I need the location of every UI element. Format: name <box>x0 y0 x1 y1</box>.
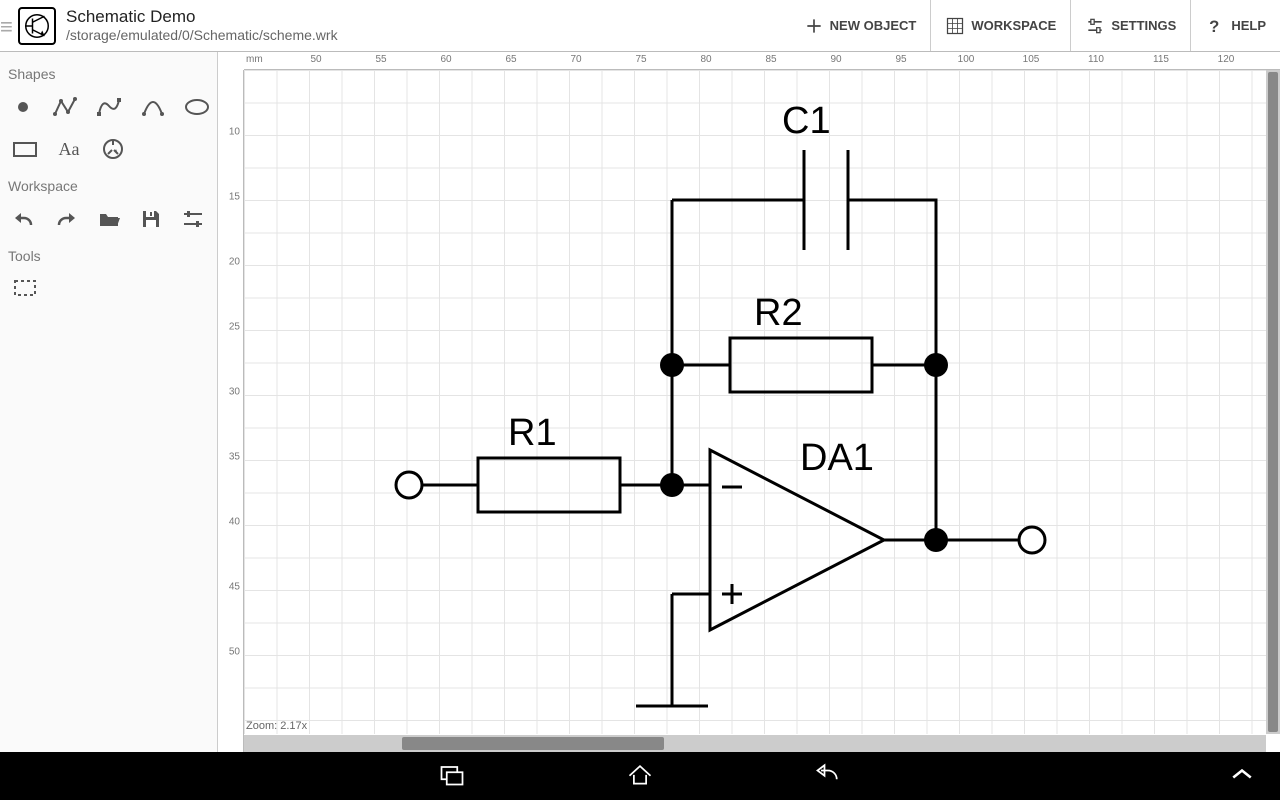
ruler-h-tick: 115 <box>1153 54 1169 65</box>
open-button[interactable] <box>96 206 120 232</box>
plus-icon <box>804 16 824 36</box>
grid-icon <box>945 16 965 36</box>
zoom-indicator: Zoom: 2.17x <box>246 720 307 732</box>
ruler-v-tick: 15 <box>229 192 240 203</box>
workspace-settings-button[interactable] <box>181 206 205 232</box>
back-button[interactable] <box>814 760 842 793</box>
android-navbar <box>0 752 1280 800</box>
capacitor-c1-label: C1 <box>782 100 831 142</box>
new-object-label: NEW OBJECT <box>830 18 917 33</box>
ruler-v-tick: 25 <box>229 322 240 333</box>
redo-button[interactable] <box>54 206 78 232</box>
horizontal-scroll-thumb[interactable] <box>402 737 664 750</box>
home-button[interactable] <box>626 760 654 793</box>
point-tool[interactable] <box>12 94 34 120</box>
drawing-canvas[interactable]: C1 R2 R1 DA1 <box>244 70 1280 734</box>
tools-section-label: Tools <box>8 248 209 264</box>
vertical-scroll-thumb[interactable] <box>1268 72 1278 732</box>
ruler-v-tick: 50 <box>229 647 240 658</box>
component-tool[interactable] <box>100 136 126 162</box>
drawer-edge-icon[interactable]: ≡ <box>0 14 13 40</box>
selection-tool[interactable] <box>12 276 38 302</box>
ruler-h-tick: 50 <box>310 54 321 65</box>
shapes-section-label: Shapes <box>8 66 209 82</box>
recent-apps-button[interactable] <box>438 760 466 793</box>
ruler-h-tick: 80 <box>700 54 711 65</box>
opamp-da1-label: DA1 <box>800 437 874 479</box>
help-label: HELP <box>1231 18 1266 33</box>
app-title: Schematic Demo <box>66 7 338 27</box>
ruler-v-tick: 10 <box>229 127 240 138</box>
resistor-r2-label: R2 <box>754 292 803 334</box>
vertical-ruler: 10 15 20 25 30 35 40 45 50 <box>218 70 244 752</box>
polyline-tool[interactable] <box>52 94 78 120</box>
ruler-h-tick: 120 <box>1218 54 1235 65</box>
ruler-h-tick: 105 <box>1023 54 1040 65</box>
ruler-v-tick: 35 <box>229 452 240 463</box>
ruler-unit-label: mm <box>246 54 263 65</box>
ruler-h-tick: 65 <box>505 54 516 65</box>
workspace-button[interactable]: WORKSPACE <box>930 0 1070 51</box>
ruler-h-tick: 100 <box>958 54 975 65</box>
help-button[interactable]: ? HELP <box>1190 0 1280 51</box>
new-object-button[interactable]: NEW OBJECT <box>790 0 931 51</box>
help-icon: ? <box>1205 16 1225 36</box>
ruler-h-tick: 85 <box>765 54 776 65</box>
ruler-v-tick: 20 <box>229 257 240 268</box>
ruler-h-tick: 110 <box>1088 54 1104 65</box>
save-button[interactable] <box>139 206 163 232</box>
horizontal-ruler: mm 50 55 60 65 70 75 80 85 90 95 100 105 110 115 120 <box>244 52 1280 70</box>
settings-label: SETTINGS <box>1111 18 1176 33</box>
bezier-tool[interactable] <box>96 94 122 120</box>
ruler-h-tick: 55 <box>375 54 386 65</box>
file-path: /storage/emulated/0/Schematic/scheme.wrk <box>66 27 338 44</box>
undo-button[interactable] <box>12 206 36 232</box>
settings-button[interactable]: SETTINGS <box>1070 0 1190 51</box>
main-menu: NEW OBJECT WORKSPACE SETTINGS ? HELP <box>790 0 1280 51</box>
app-logo[interactable] <box>18 7 56 45</box>
ruler-v-tick: 30 <box>229 387 240 398</box>
workspace-label: WORKSPACE <box>971 18 1056 33</box>
ellipse-tool[interactable] <box>184 94 210 120</box>
ruler-h-tick: 70 <box>570 54 581 65</box>
sliders-icon <box>1085 16 1105 36</box>
schematic-drawing: C1 R2 R1 DA1 <box>244 70 1280 734</box>
transistor-icon <box>22 11 52 41</box>
rectangle-tool[interactable] <box>12 136 38 162</box>
expand-button[interactable] <box>1228 760 1256 793</box>
ruler-h-tick: 75 <box>635 54 646 65</box>
text-tool[interactable]: Aa <box>56 136 82 162</box>
titlebar: ≡ Schematic Demo /storage/emulated/0/Sch… <box>0 0 1280 52</box>
horizontal-scrollbar[interactable] <box>244 735 1266 752</box>
vertical-scrollbar[interactable] <box>1266 70 1280 734</box>
ruler-h-tick: 60 <box>440 54 451 65</box>
ruler-v-tick: 40 <box>229 517 240 528</box>
ruler-h-tick: 90 <box>830 54 841 65</box>
svg-text:?: ? <box>1209 16 1219 35</box>
sidebar: Shapes Aa Workspace Tools <box>0 52 218 752</box>
ruler-v-tick: 45 <box>229 582 240 593</box>
canvas-area: mm 50 55 60 65 70 75 80 85 90 95 100 105 110 115 120 1… <box>218 52 1280 752</box>
ruler-h-tick: 95 <box>895 54 906 65</box>
workspace-section-label: Workspace <box>8 178 209 194</box>
arc-tool[interactable] <box>140 94 166 120</box>
resistor-r1-label: R1 <box>508 412 557 454</box>
